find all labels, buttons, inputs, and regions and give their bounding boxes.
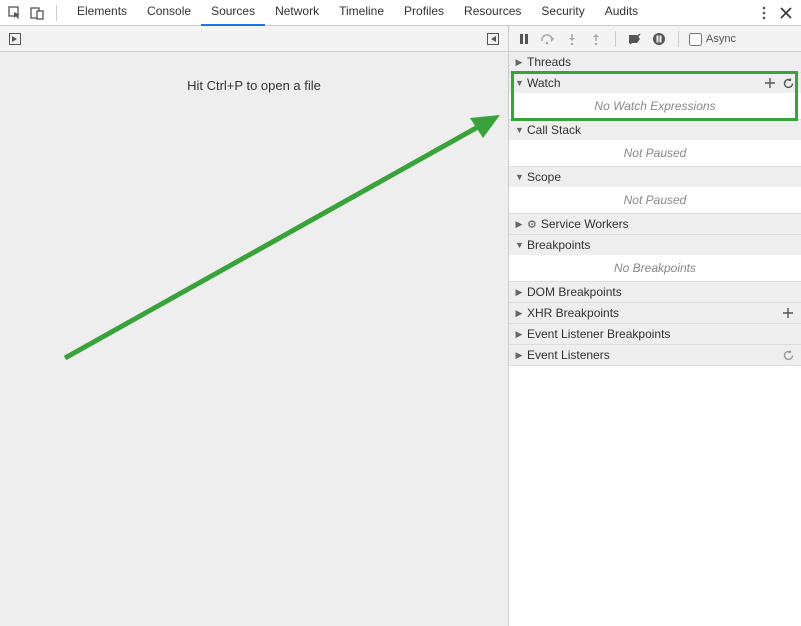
step-into-icon[interactable]	[563, 30, 581, 48]
event-listener-bp-label: Event Listener Breakpoints	[527, 327, 670, 341]
service-workers-section: ▶ ⚙ Service Workers	[509, 214, 801, 235]
tab-elements[interactable]: Elements	[67, 0, 137, 26]
expand-icon: ▼	[515, 172, 523, 182]
dom-breakpoints-header[interactable]: ▶ DOM Breakpoints	[509, 282, 801, 302]
scope-empty-msg: Not Paused	[509, 187, 801, 213]
tab-resources[interactable]: Resources	[454, 0, 531, 26]
step-out-icon[interactable]	[587, 30, 605, 48]
tab-network[interactable]: Network	[265, 0, 329, 26]
watch-header[interactable]: ▼ Watch	[509, 73, 801, 93]
collapse-icon: ▶	[515, 57, 523, 68]
event-listeners-section: ▶ Event Listeners	[509, 345, 801, 366]
debugger-separator-2	[678, 31, 679, 47]
expand-icon: ▼	[515, 78, 523, 88]
show-debugger-icon[interactable]	[484, 30, 502, 48]
scope-header[interactable]: ▼ Scope	[509, 167, 801, 187]
collapse-icon: ▶	[515, 287, 523, 298]
tab-console[interactable]: Console	[137, 0, 201, 26]
more-icon[interactable]	[755, 4, 773, 22]
tab-security[interactable]: Security	[531, 0, 594, 26]
callstack-section: ▼ Call Stack Not Paused	[509, 120, 801, 167]
watch-label: Watch	[527, 76, 561, 90]
event-listeners-label: Event Listeners	[527, 348, 610, 362]
xhr-breakpoints-section: ▶ XHR Breakpoints	[509, 303, 801, 324]
expand-icon: ▼	[515, 125, 523, 135]
show-navigator-icon[interactable]	[6, 30, 24, 48]
add-watch-icon[interactable]	[763, 76, 777, 90]
collapse-icon: ▶	[515, 219, 523, 230]
threads-header[interactable]: ▶ Threads	[509, 52, 801, 72]
dom-breakpoints-label: DOM Breakpoints	[527, 285, 622, 299]
breakpoints-empty-msg: No Breakpoints	[509, 255, 801, 281]
refresh-event-listeners-icon[interactable]	[781, 348, 795, 362]
event-listeners-header[interactable]: ▶ Event Listeners	[509, 345, 801, 365]
pause-on-exceptions-icon[interactable]	[650, 30, 668, 48]
tab-audits[interactable]: Audits	[595, 0, 648, 26]
toolbar-separator	[56, 5, 57, 21]
breakpoints-label: Breakpoints	[527, 238, 590, 252]
step-over-icon[interactable]	[539, 30, 557, 48]
xhr-breakpoints-label: XHR Breakpoints	[527, 306, 619, 320]
watch-empty-msg: No Watch Expressions	[509, 93, 801, 119]
device-icon[interactable]	[28, 4, 46, 22]
scope-section: ▼ Scope Not Paused	[509, 167, 801, 214]
editor-area: Hit Ctrl+P to open a file	[0, 52, 509, 626]
xhr-breakpoints-header[interactable]: ▶ XHR Breakpoints	[509, 303, 801, 323]
main-area: Hit Ctrl+P to open a file ▶ Threads ▼ Wa…	[0, 52, 801, 626]
editor-toolbar	[0, 26, 509, 51]
add-xhr-breakpoint-icon[interactable]	[781, 306, 795, 320]
service-workers-header[interactable]: ▶ ⚙ Service Workers	[509, 214, 801, 234]
scope-label: Scope	[527, 170, 561, 184]
collapse-icon: ▶	[515, 308, 523, 319]
callstack-label: Call Stack	[527, 123, 581, 137]
close-icon[interactable]	[777, 4, 795, 22]
callstack-header[interactable]: ▼ Call Stack	[509, 120, 801, 140]
threads-label: Threads	[527, 55, 571, 69]
threads-section: ▶ Threads	[509, 52, 801, 73]
collapse-icon: ▶	[515, 329, 523, 340]
tab-timeline[interactable]: Timeline	[329, 0, 394, 26]
open-file-hint: Hit Ctrl+P to open a file	[0, 52, 508, 93]
gear-icon: ⚙	[527, 218, 537, 231]
watch-section: ▼ Watch No Watch Expressions	[509, 73, 801, 120]
deactivate-breakpoints-icon[interactable]	[626, 30, 644, 48]
debugger-sidebar: ▶ Threads ▼ Watch No Watch Expressions ▼	[509, 52, 801, 626]
debugger-toolbar: Async	[509, 26, 801, 51]
async-checkbox[interactable]	[689, 33, 702, 46]
event-listener-bp-section: ▶ Event Listener Breakpoints	[509, 324, 801, 345]
breakpoints-section: ▼ Breakpoints No Breakpoints	[509, 235, 801, 282]
panel-tabs: Elements Console Sources Network Timelin…	[67, 0, 648, 26]
main-toolbar: Elements Console Sources Network Timelin…	[0, 0, 801, 26]
pause-icon[interactable]	[515, 30, 533, 48]
collapse-icon: ▶	[515, 350, 523, 361]
tab-sources[interactable]: Sources	[201, 0, 265, 26]
callstack-empty-msg: Not Paused	[509, 140, 801, 166]
event-listener-bp-header[interactable]: ▶ Event Listener Breakpoints	[509, 324, 801, 344]
refresh-watch-icon[interactable]	[781, 76, 795, 90]
breakpoints-header[interactable]: ▼ Breakpoints	[509, 235, 801, 255]
sources-toolbar: Async	[0, 26, 801, 52]
tab-profiles[interactable]: Profiles	[394, 0, 454, 26]
async-checkbox-wrap[interactable]: Async	[689, 32, 736, 45]
debugger-separator	[615, 31, 616, 47]
async-label: Async	[706, 33, 736, 45]
service-workers-label: Service Workers	[541, 217, 629, 231]
expand-icon: ▼	[515, 240, 523, 250]
dom-breakpoints-section: ▶ DOM Breakpoints	[509, 282, 801, 303]
inspect-icon[interactable]	[6, 4, 24, 22]
